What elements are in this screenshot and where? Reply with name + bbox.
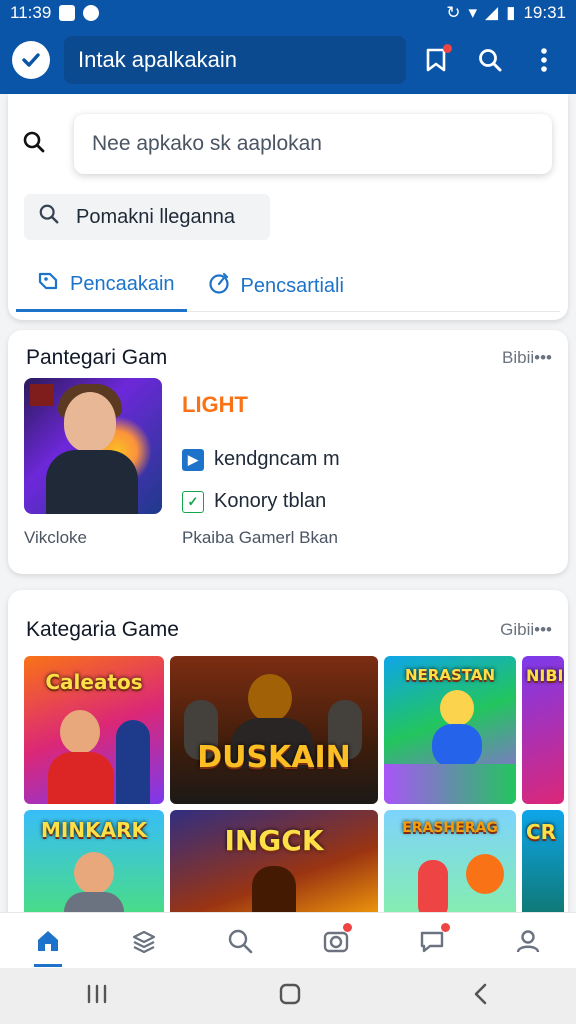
search-icon[interactable] — [22, 130, 46, 159]
status-time-left: 11:39 — [10, 3, 52, 22]
mail-icon — [59, 5, 76, 21]
nav-library-icon[interactable] — [124, 921, 164, 961]
game-tile[interactable]: DUSKAIN — [170, 656, 378, 804]
tab-pencsartiali[interactable]: Pencsartiali — [187, 260, 356, 312]
game-title: NERASTAN — [405, 666, 495, 684]
nav-search-icon[interactable] — [220, 921, 260, 961]
footer-right-label: Pkaiba Gamerl Bkan — [182, 528, 338, 547]
nav-messages-icon[interactable] — [412, 921, 452, 961]
section-title: Pantegari Gam — [26, 346, 168, 369]
recent-search-label: Pomakni lleganna — [76, 205, 235, 228]
search-icon — [38, 203, 60, 231]
status-time-right: 19:31 — [523, 3, 566, 22]
status-bar: 11:39 ↻ ▾ ◢ ▮ 19:31 — [0, 0, 576, 26]
featured-game-card[interactable]: Pantegari Gam Bibii••• LIGHT ▶ kendgncam… — [8, 330, 568, 574]
game-tile[interactable]: NIBI — [522, 656, 564, 804]
home-button-icon[interactable] — [278, 982, 302, 1011]
tab-label: Pencsartiali — [240, 274, 344, 297]
search-panel: Nee apkako sk aaplokan Pomakni lleganna … — [8, 94, 568, 320]
battery-icon: ▮ — [506, 3, 516, 22]
message-icon — [83, 5, 100, 21]
game-tile[interactable]: MINKARK — [24, 810, 164, 920]
nav-profile-icon[interactable] — [508, 921, 548, 961]
footer-left-label: Vikcloke — [24, 528, 87, 547]
game-title: NIBI — [526, 666, 564, 685]
tab-label: Pencaakain — [70, 273, 175, 295]
info-label: kendgncam m — [214, 448, 340, 470]
notification-bookmark-icon[interactable] — [422, 44, 452, 74]
nav-camera-icon[interactable] — [316, 921, 356, 961]
signal-icon: ◢ — [485, 3, 499, 22]
game-tile[interactable]: Caleatos — [24, 656, 164, 804]
nav-active-indicator — [34, 963, 62, 967]
search-input[interactable]: Nee apkako sk aaplokan — [74, 114, 552, 174]
back-icon[interactable] — [470, 982, 492, 1011]
sync-icon: ↻ — [446, 3, 461, 22]
tag-icon — [36, 270, 60, 300]
app-title[interactable]: Intak apalkakain — [64, 36, 406, 84]
game-tile[interactable]: INGCK — [170, 810, 378, 920]
check-icon: ✓ — [182, 490, 204, 513]
play-store-icon: ▶ — [182, 448, 204, 471]
game-title: CR — [526, 820, 557, 844]
recent-search-chip[interactable]: Pomakni lleganna — [24, 194, 270, 240]
see-more-link[interactable]: Gibii••• — [500, 620, 552, 640]
notification-dot — [443, 44, 452, 53]
game-title: DUSKAIN — [197, 740, 351, 775]
game-badge: LIGHT — [182, 392, 248, 417]
category-card: Kategaria Game Gibii••• Caleatos DUSKAIN… — [8, 590, 568, 920]
info-label: Konory tblan — [214, 490, 327, 512]
info-row-check[interactable]: ✓ Konory tblan — [182, 490, 326, 513]
game-title: MINKARK — [41, 818, 147, 842]
bottom-nav — [0, 912, 576, 968]
game-tile[interactable]: ERASHERAG — [384, 810, 516, 920]
wifi-icon: ▾ — [468, 3, 478, 22]
game-title: ERASHERAG — [402, 820, 498, 836]
notification-dot — [441, 922, 450, 932]
game-title: Caleatos — [45, 670, 143, 694]
game-tile[interactable]: NERASTAN — [384, 656, 516, 804]
app-bar: Intak apalkakain — [0, 26, 576, 94]
nav-home-icon[interactable] — [28, 921, 68, 967]
info-row-store[interactable]: ▶ kendgncam m — [182, 448, 340, 471]
game-tile[interactable]: CR — [522, 810, 564, 920]
section-title: Kategaria Game — [26, 618, 179, 641]
more-vert-icon[interactable] — [530, 46, 558, 74]
tab-pencaakain[interactable]: Pencaakain — [16, 260, 187, 312]
recents-icon[interactable] — [84, 983, 110, 1010]
game-thumbnail[interactable] — [24, 378, 162, 514]
system-nav-bar — [0, 968, 576, 1024]
tab-bar: Pencaakain Pencsartiali — [16, 260, 560, 312]
app-logo-icon[interactable] — [12, 41, 50, 79]
notification-dot — [343, 922, 352, 932]
game-title: INGCK — [224, 824, 324, 857]
timer-icon — [207, 271, 231, 301]
search-icon[interactable] — [476, 46, 504, 74]
see-more-link[interactable]: Bibii••• — [502, 348, 552, 368]
